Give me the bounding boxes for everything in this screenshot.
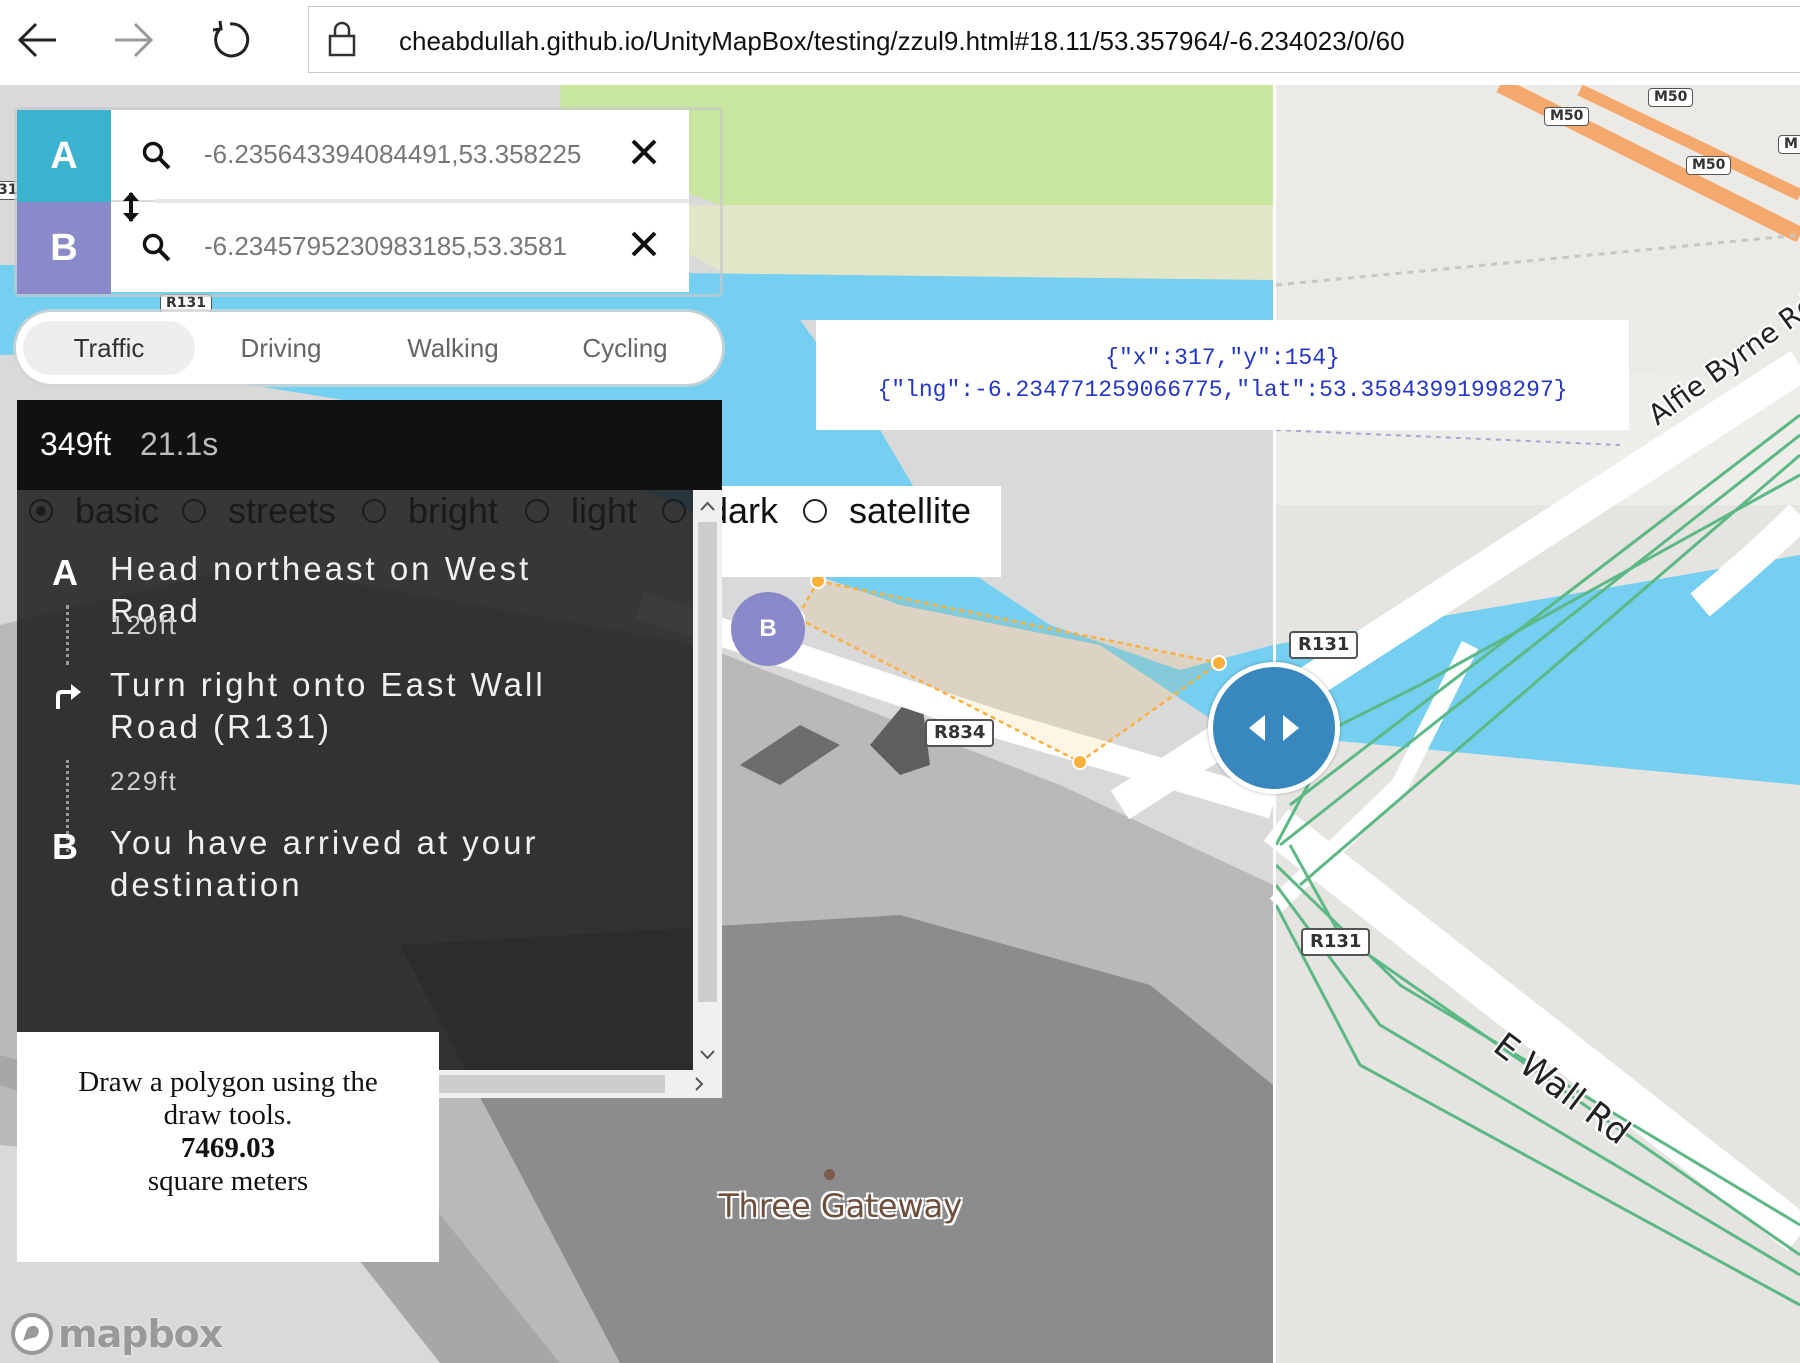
road-shield-r131: R131 bbox=[1301, 928, 1371, 956]
radio-satellite[interactable] bbox=[803, 499, 827, 523]
search-icon bbox=[141, 232, 173, 269]
clear-origin-button[interactable] bbox=[629, 137, 659, 172]
mapbox-logo[interactable]: mapbox bbox=[10, 1312, 223, 1356]
vertical-scroll-thumb[interactable] bbox=[698, 522, 717, 1002]
address-bar[interactable]: cheabdullah.github.io/UnityMapBox/testin… bbox=[308, 6, 1800, 73]
close-icon bbox=[631, 139, 657, 165]
scroll-right-icon bbox=[695, 1077, 704, 1091]
road-shield-m: M bbox=[1778, 135, 1800, 154]
back-button[interactable] bbox=[10, 12, 66, 68]
step-divider bbox=[66, 605, 69, 665]
refresh-icon bbox=[212, 20, 250, 58]
poi-label: Three Gateway bbox=[719, 1187, 963, 1225]
instructions-vertical-scrollbar[interactable] bbox=[693, 490, 722, 1070]
mapbox-icon bbox=[11, 1313, 53, 1355]
area-instructions-line2: draw tools. bbox=[163, 1099, 293, 1131]
destination-input[interactable]: -6.2345795230983185,53.3581 bbox=[111, 202, 689, 292]
swipe-arrows-icon bbox=[1249, 715, 1299, 741]
step-instruction[interactable]: You have arrived at your destination bbox=[110, 822, 630, 906]
step-instruction[interactable]: Turn right onto East Wall Road (R131) bbox=[110, 664, 630, 748]
destination-marker-b[interactable]: B bbox=[731, 592, 805, 666]
profile-walking[interactable]: Walking bbox=[367, 321, 539, 375]
road-shield-m50: M50 bbox=[1686, 156, 1732, 175]
lock-icon bbox=[327, 21, 357, 62]
back-arrow-icon bbox=[17, 22, 56, 58]
origin-tag: A bbox=[17, 110, 111, 202]
step-destination-icon: B bbox=[52, 826, 78, 867]
scroll-up-icon bbox=[700, 501, 715, 511]
close-icon bbox=[631, 231, 657, 257]
search-icon bbox=[141, 140, 173, 177]
area-value: 7469.03 bbox=[180, 1132, 276, 1164]
step-instruction[interactable]: Head northeast on West Road bbox=[110, 548, 630, 632]
style-option-satellite[interactable]: satellite bbox=[803, 490, 971, 532]
polygon-area-panel: Draw a polygon using the draw tools. 746… bbox=[17, 1032, 439, 1262]
swap-arrows-icon bbox=[123, 192, 139, 222]
turn-right-icon bbox=[52, 678, 82, 720]
road-shield-m50: M50 bbox=[1648, 88, 1694, 107]
url-text[interactable]: cheabdullah.github.io/UnityMapBox/testin… bbox=[399, 26, 1405, 57]
map-canvas[interactable]: M50 M50 M50 M R131 R834 R131 R131 31 Alf… bbox=[0, 85, 1800, 1363]
scroll-down-icon bbox=[700, 1050, 715, 1060]
destination-value[interactable]: -6.2345795230983185,53.3581 bbox=[204, 231, 609, 262]
origin-input[interactable]: -6.235643394084491,53.358225 bbox=[111, 110, 689, 200]
area-unit: square meters bbox=[147, 1165, 309, 1197]
road-shield-r834: R131 bbox=[1289, 631, 1359, 659]
destination-tag: B bbox=[17, 202, 111, 294]
browser-toolbar: cheabdullah.github.io/UnityMapBox/testin… bbox=[0, 0, 1800, 86]
route-duration: 21.1s bbox=[140, 426, 219, 462]
route-distance: 349ft bbox=[40, 426, 112, 462]
origin-value[interactable]: -6.235643394084491,53.358225 bbox=[204, 139, 609, 170]
profile-cycling[interactable]: Cycling bbox=[539, 321, 711, 375]
cursor-coordinates-panel: {"x":317,"y":154} {"lng":-6.234771259066… bbox=[816, 320, 1629, 430]
step-origin-icon: A bbox=[52, 552, 78, 593]
step-distance: 229ft bbox=[110, 766, 178, 796]
compare-swiper-handle[interactable] bbox=[1208, 662, 1340, 794]
geocoder-separator bbox=[154, 199, 689, 203]
step-distance: 120ft bbox=[110, 610, 178, 640]
poi-marker[interactable] bbox=[824, 1169, 835, 1180]
road-shield-r131: R834 bbox=[925, 719, 995, 747]
profile-selector: Traffic Driving Walking Cycling bbox=[16, 312, 722, 384]
profile-driving[interactable]: Driving bbox=[195, 321, 367, 375]
profile-traffic[interactable]: Traffic bbox=[23, 321, 195, 375]
route-summary: 349ft 21.1s bbox=[17, 400, 722, 490]
pixel-coords: {"x":317,"y":154} bbox=[1105, 345, 1340, 371]
route-instructions[interactable]: A Head northeast on West Road 120ft Turn… bbox=[17, 490, 722, 1098]
lnglat-coords: {"lng":-6.234771259066775,"lat":53.35843… bbox=[877, 377, 1568, 403]
area-instructions-line1: Draw a polygon using the bbox=[78, 1066, 378, 1098]
clear-destination-button[interactable] bbox=[629, 229, 659, 264]
forward-button[interactable] bbox=[105, 12, 161, 68]
forward-arrow-icon bbox=[115, 22, 154, 58]
refresh-button[interactable] bbox=[202, 12, 258, 68]
directions-geocoder: A B -6.235643394084491,53.358225 -6.2345… bbox=[14, 107, 724, 297]
reverse-route-button[interactable] bbox=[120, 190, 142, 229]
road-shield-m50: M50 bbox=[1544, 107, 1590, 126]
